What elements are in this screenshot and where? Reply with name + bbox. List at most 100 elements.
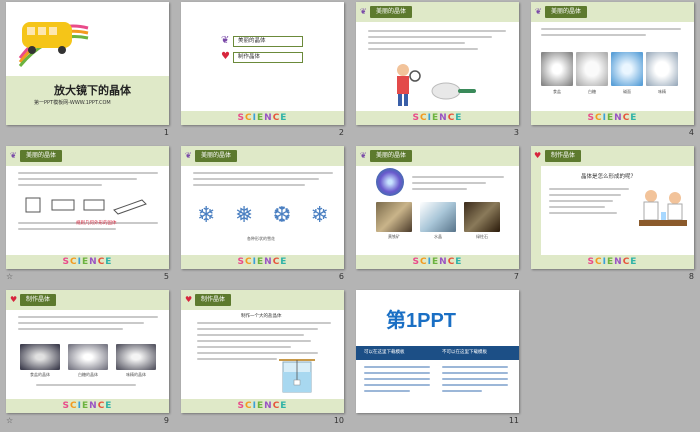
science-logo: SCIENCE: [587, 113, 638, 123]
slide-2[interactable]: SCIENCE ❦ 美丽的晶体 ♥ 制作晶体: [181, 2, 344, 125]
beryl-photo: [464, 202, 500, 232]
toc-item-2: 制作晶体: [233, 52, 303, 63]
slide-header: 美丽的晶体: [370, 6, 413, 18]
slide-thumbnail-10[interactable]: ♥ 制作晶体 制作一个大的盐晶体 SCIENCE 10: [175, 288, 350, 432]
header-mark-icon: ❦: [360, 7, 367, 16]
transition-icon: ☆: [6, 416, 14, 425]
salt-crystal-photo: [20, 344, 60, 370]
caption: 食盐的晶体: [30, 372, 50, 377]
slide-header: 制作晶体: [195, 294, 232, 306]
slide-header: 制作晶体: [545, 150, 582, 162]
caption: 味精的晶体: [126, 372, 146, 377]
snowflake-row: ❄ ❅ ❆ ❄: [197, 202, 329, 230]
pyrite-photo: [376, 202, 412, 232]
header-mark-icon: ❦: [360, 151, 367, 160]
quartz-photo: [420, 202, 456, 232]
toc-item-1: 美丽的晶体: [233, 36, 303, 47]
slide-thumbnail-5[interactable]: ❦ 美丽的晶体 规则几何外形的固体 SCIENCE ☆ 5: [0, 144, 175, 288]
header-mark-icon: ❦: [10, 151, 17, 160]
slide-4[interactable]: ❦ 美丽的晶体 食盐 白糖 碱面 味精 SCIENCE: [531, 2, 694, 125]
slide-header: 美丽的晶体: [195, 150, 238, 162]
slide-10[interactable]: ♥ 制作晶体 制作一个大的盐晶体 SCIENCE: [181, 290, 344, 413]
slide-8[interactable]: ♥ 制作晶体 晶体是怎么形成的呢？ SCIENCE: [531, 146, 694, 269]
caption: 白糖: [588, 89, 596, 94]
caption: 食盐: [553, 89, 561, 94]
caption: 水晶: [434, 234, 442, 239]
slide-5[interactable]: ❦ 美丽的晶体 规则几何外形的固体 SCIENCE: [6, 146, 169, 269]
msg-photo: [646, 52, 678, 86]
science-logo: SCIENCE: [237, 401, 288, 411]
header-mark-icon: ❦: [535, 7, 542, 16]
science-logo: SCIENCE: [237, 257, 288, 267]
caption: 碱面: [623, 89, 631, 94]
slide-sorter: 放大镜下的晶体 第一PPT模板网-WWW.1PPT.COM 1 SCIENCE …: [0, 0, 700, 432]
header-heart-icon: ♥: [534, 151, 542, 160]
bullet-icon: ❦: [221, 35, 230, 46]
slide-thumbnail-7[interactable]: ❦ 美丽的晶体 黄铁矿 水晶 绿柱石 SCIENCE 7: [350, 144, 525, 288]
slide-thumbnail-3[interactable]: ❦ 美丽的晶体 SCIENCE 3: [350, 0, 525, 144]
slide-6[interactable]: ❦ 美丽的晶体 ❄ ❅ ❆ ❄ 各种形状的雪花 SCIENCE: [181, 146, 344, 269]
footer-left-text: 可以在这里下载模板: [364, 350, 405, 355]
soda-photo: [611, 52, 643, 86]
slide-thumbnail-1[interactable]: 放大镜下的晶体 第一PPT模板网-WWW.1PPT.COM 1: [0, 0, 175, 144]
science-logo: SCIENCE: [62, 401, 113, 411]
steps-title: 制作一个大的盐晶体: [241, 314, 282, 319]
snowflake-icon: ❄: [197, 203, 216, 228]
header-heart-icon: ♥: [185, 295, 193, 304]
slide-number: 1: [163, 128, 169, 137]
slide-number: 3: [513, 128, 519, 137]
crystal-photo: [376, 168, 404, 196]
slide-thumbnail-6[interactable]: ❦ 美丽的晶体 ❄ ❅ ❆ ❄ 各种形状的雪花 SCIENCE 6: [175, 144, 350, 288]
header-mark-icon: ❦: [185, 151, 192, 160]
salt-spoon-illustration: [431, 82, 476, 100]
slide-header: 美丽的晶体: [370, 150, 413, 162]
snowflake-icon: ❅: [234, 203, 254, 228]
slide-number: 5: [163, 272, 169, 281]
scientists-illustration: [639, 190, 687, 226]
science-logo: SCIENCE: [587, 257, 638, 267]
slide-1[interactable]: 放大镜下的晶体 第一PPT模板网-WWW.1PPT.COM: [6, 2, 169, 125]
bullet-icon: ♥: [221, 51, 230, 62]
slide-number: 9: [163, 416, 169, 425]
school-bus-illustration: [18, 22, 89, 67]
slide-3[interactable]: ❦ 美丽的晶体 SCIENCE: [356, 2, 519, 125]
science-logo: SCIENCE: [62, 257, 113, 267]
question-text: 晶体是怎么形成的呢？: [581, 174, 637, 180]
slide-11[interactable]: 第1PPT 可以在这里下载模板 不可以在这里下载模板: [356, 290, 519, 413]
child-magnifier-illustration: [397, 64, 421, 106]
slide-number: 11: [508, 416, 519, 425]
slide-header: 制作晶体: [20, 294, 57, 306]
crystal-shapes-illustration: [25, 197, 147, 215]
slide-7[interactable]: ❦ 美丽的晶体 黄铁矿 水晶 绿柱石 SCIENCE: [356, 146, 519, 269]
sugar-photo: [576, 52, 608, 86]
sugar-crystal-photo: [68, 344, 108, 370]
caption: 绿柱石: [476, 234, 488, 239]
slide-header: 美丽的晶体: [545, 6, 588, 18]
slide-number: 7: [513, 272, 519, 281]
slide-number: 4: [688, 128, 694, 137]
snowflake-icon: ❆: [272, 203, 292, 228]
slide-thumbnail-11[interactable]: 第1PPT 可以在这里下载模板 不可以在这里下载模板 11: [350, 288, 525, 432]
slide-number: 6: [338, 272, 344, 281]
caption: 各种形状的雪花: [247, 236, 275, 241]
slide-1-title: 放大镜下的晶体: [54, 84, 131, 97]
science-logo: SCIENCE: [412, 113, 463, 123]
slide-thumbnail-9[interactable]: ♥ 制作晶体 食盐的晶体 白糖的晶体 味精的晶体 SCIENCE ☆ 9: [0, 288, 175, 432]
slide-number: 8: [688, 272, 694, 281]
snowflake-icon: ❄: [310, 203, 329, 228]
caption: 黄铁矿: [388, 234, 400, 239]
footer-right-text: 不可以在这里下载模板: [442, 350, 487, 355]
slide-9[interactable]: ♥ 制作晶体 食盐的晶体 白糖的晶体 味精的晶体 SCIENCE: [6, 290, 169, 413]
science-logo: SCIENCE: [237, 113, 288, 123]
msg-crystal-photo: [116, 344, 156, 370]
science-logo: SCIENCE: [412, 257, 463, 267]
slide-thumbnail-8[interactable]: ♥ 制作晶体 晶体是怎么形成的呢？ SCIENCE 8: [525, 144, 700, 288]
slide-number: 2: [338, 128, 344, 137]
brand-logo: 第1PPT: [386, 310, 457, 332]
salt-photo: [541, 52, 573, 86]
highlight-text: 规则几何外形的固体: [76, 221, 117, 226]
header-heart-icon: ♥: [10, 295, 18, 304]
slide-header: 美丽的晶体: [20, 150, 63, 162]
slide-thumbnail-4[interactable]: ❦ 美丽的晶体 食盐 白糖 碱面 味精 SCIENCE 4: [525, 0, 700, 144]
slide-thumbnail-2[interactable]: SCIENCE ❦ 美丽的晶体 ♥ 制作晶体 2: [175, 0, 350, 144]
